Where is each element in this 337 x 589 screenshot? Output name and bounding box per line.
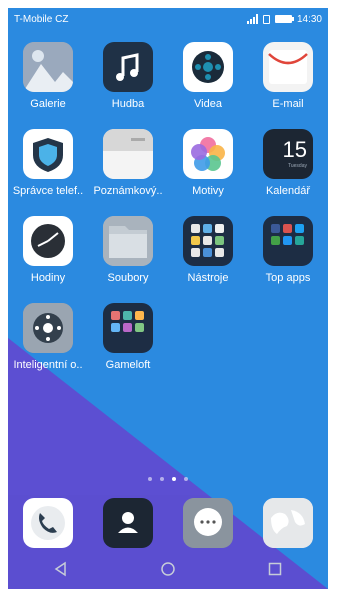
calendar-day: Tuesday [288,163,307,169]
flower-icon [183,129,233,179]
app-music[interactable]: Hudba [88,42,168,110]
dock-phone[interactable] [8,498,88,548]
carrier-name: T-Mobile CZ [14,13,69,25]
app-files[interactable]: Soubory [88,216,168,284]
signal-icon [246,14,258,24]
app-label: Gameloft [105,359,151,371]
page-dot[interactable] [160,477,164,481]
app-label: Poznámkový.. [93,185,163,197]
page-dot[interactable] [148,477,152,481]
app-label: Správce telef.. [12,185,84,197]
app-clock[interactable]: Hodiny [8,216,88,284]
top-apps-folder-icon [263,216,313,266]
envelope-icon [263,42,313,92]
back-triangle-icon[interactable] [53,561,69,577]
navigation-bar [8,549,328,589]
dock-browser[interactable] [248,498,328,548]
phone-handset-icon [23,498,73,548]
gameloft-folder-icon [103,303,153,353]
dock-messages[interactable] [168,498,248,548]
page-indicator [8,477,328,481]
tools-folder-icon [183,216,233,266]
shield-icon [23,129,73,179]
app-video[interactable]: Videa [168,42,248,110]
contact-person-icon [103,498,153,548]
sim-icon [262,14,270,24]
remote-control-icon [23,303,73,353]
app-label: Videa [194,98,222,110]
calendar-date: 15 [282,137,307,162]
app-notes[interactable]: Poznámkový.. [88,129,168,197]
globe-icon [263,498,313,548]
gallery-icon [23,42,73,92]
app-label: Hudba [111,98,145,110]
folder-tools[interactable]: Nástroje [168,216,248,284]
app-label: Soubory [107,272,149,284]
recents-square-icon[interactable] [267,561,283,577]
app-phone-manager[interactable]: Správce telef.. [8,129,88,197]
app-label: Inteligentní o.. [13,359,83,371]
app-label: Nástroje [187,272,229,284]
app-smart-remote[interactable]: Inteligentní o.. [8,303,88,371]
music-note-icon [103,42,153,92]
home-circle-icon[interactable] [160,561,176,577]
dock-contacts[interactable] [88,498,168,548]
calendar-icon: 15 Tuesday [263,129,313,179]
app-label: E-mail [272,98,304,110]
film-reel-icon [183,42,233,92]
folder-gameloft[interactable]: Gameloft [88,303,168,371]
app-label: Hodiny [30,272,66,284]
page-dot-active[interactable] [172,477,176,481]
battery-icon [274,15,294,23]
app-label: Kalendář [265,185,311,197]
app-themes[interactable]: Motivy [168,129,248,197]
app-email[interactable]: E-mail [248,42,328,110]
status-bar: T-Mobile CZ 14:30 [8,8,328,30]
notepad-icon [103,129,153,179]
folder-top-apps[interactable]: Top apps [248,216,328,284]
clock-time: 14:30 [296,13,322,25]
app-gallery[interactable]: Galerie [8,42,88,110]
app-label: Galerie [30,98,66,110]
folder-icon [103,216,153,266]
clock-icon [23,216,73,266]
app-label: Motivy [192,185,224,197]
message-bubble-icon [183,498,233,548]
home-screen: T-Mobile CZ 14:30 Galerie Hudba Videa E-… [8,8,328,589]
app-label: Top apps [265,272,311,284]
app-calendar[interactable]: 15 Tuesday Kalendář [248,129,328,197]
page-dot[interactable] [184,477,188,481]
